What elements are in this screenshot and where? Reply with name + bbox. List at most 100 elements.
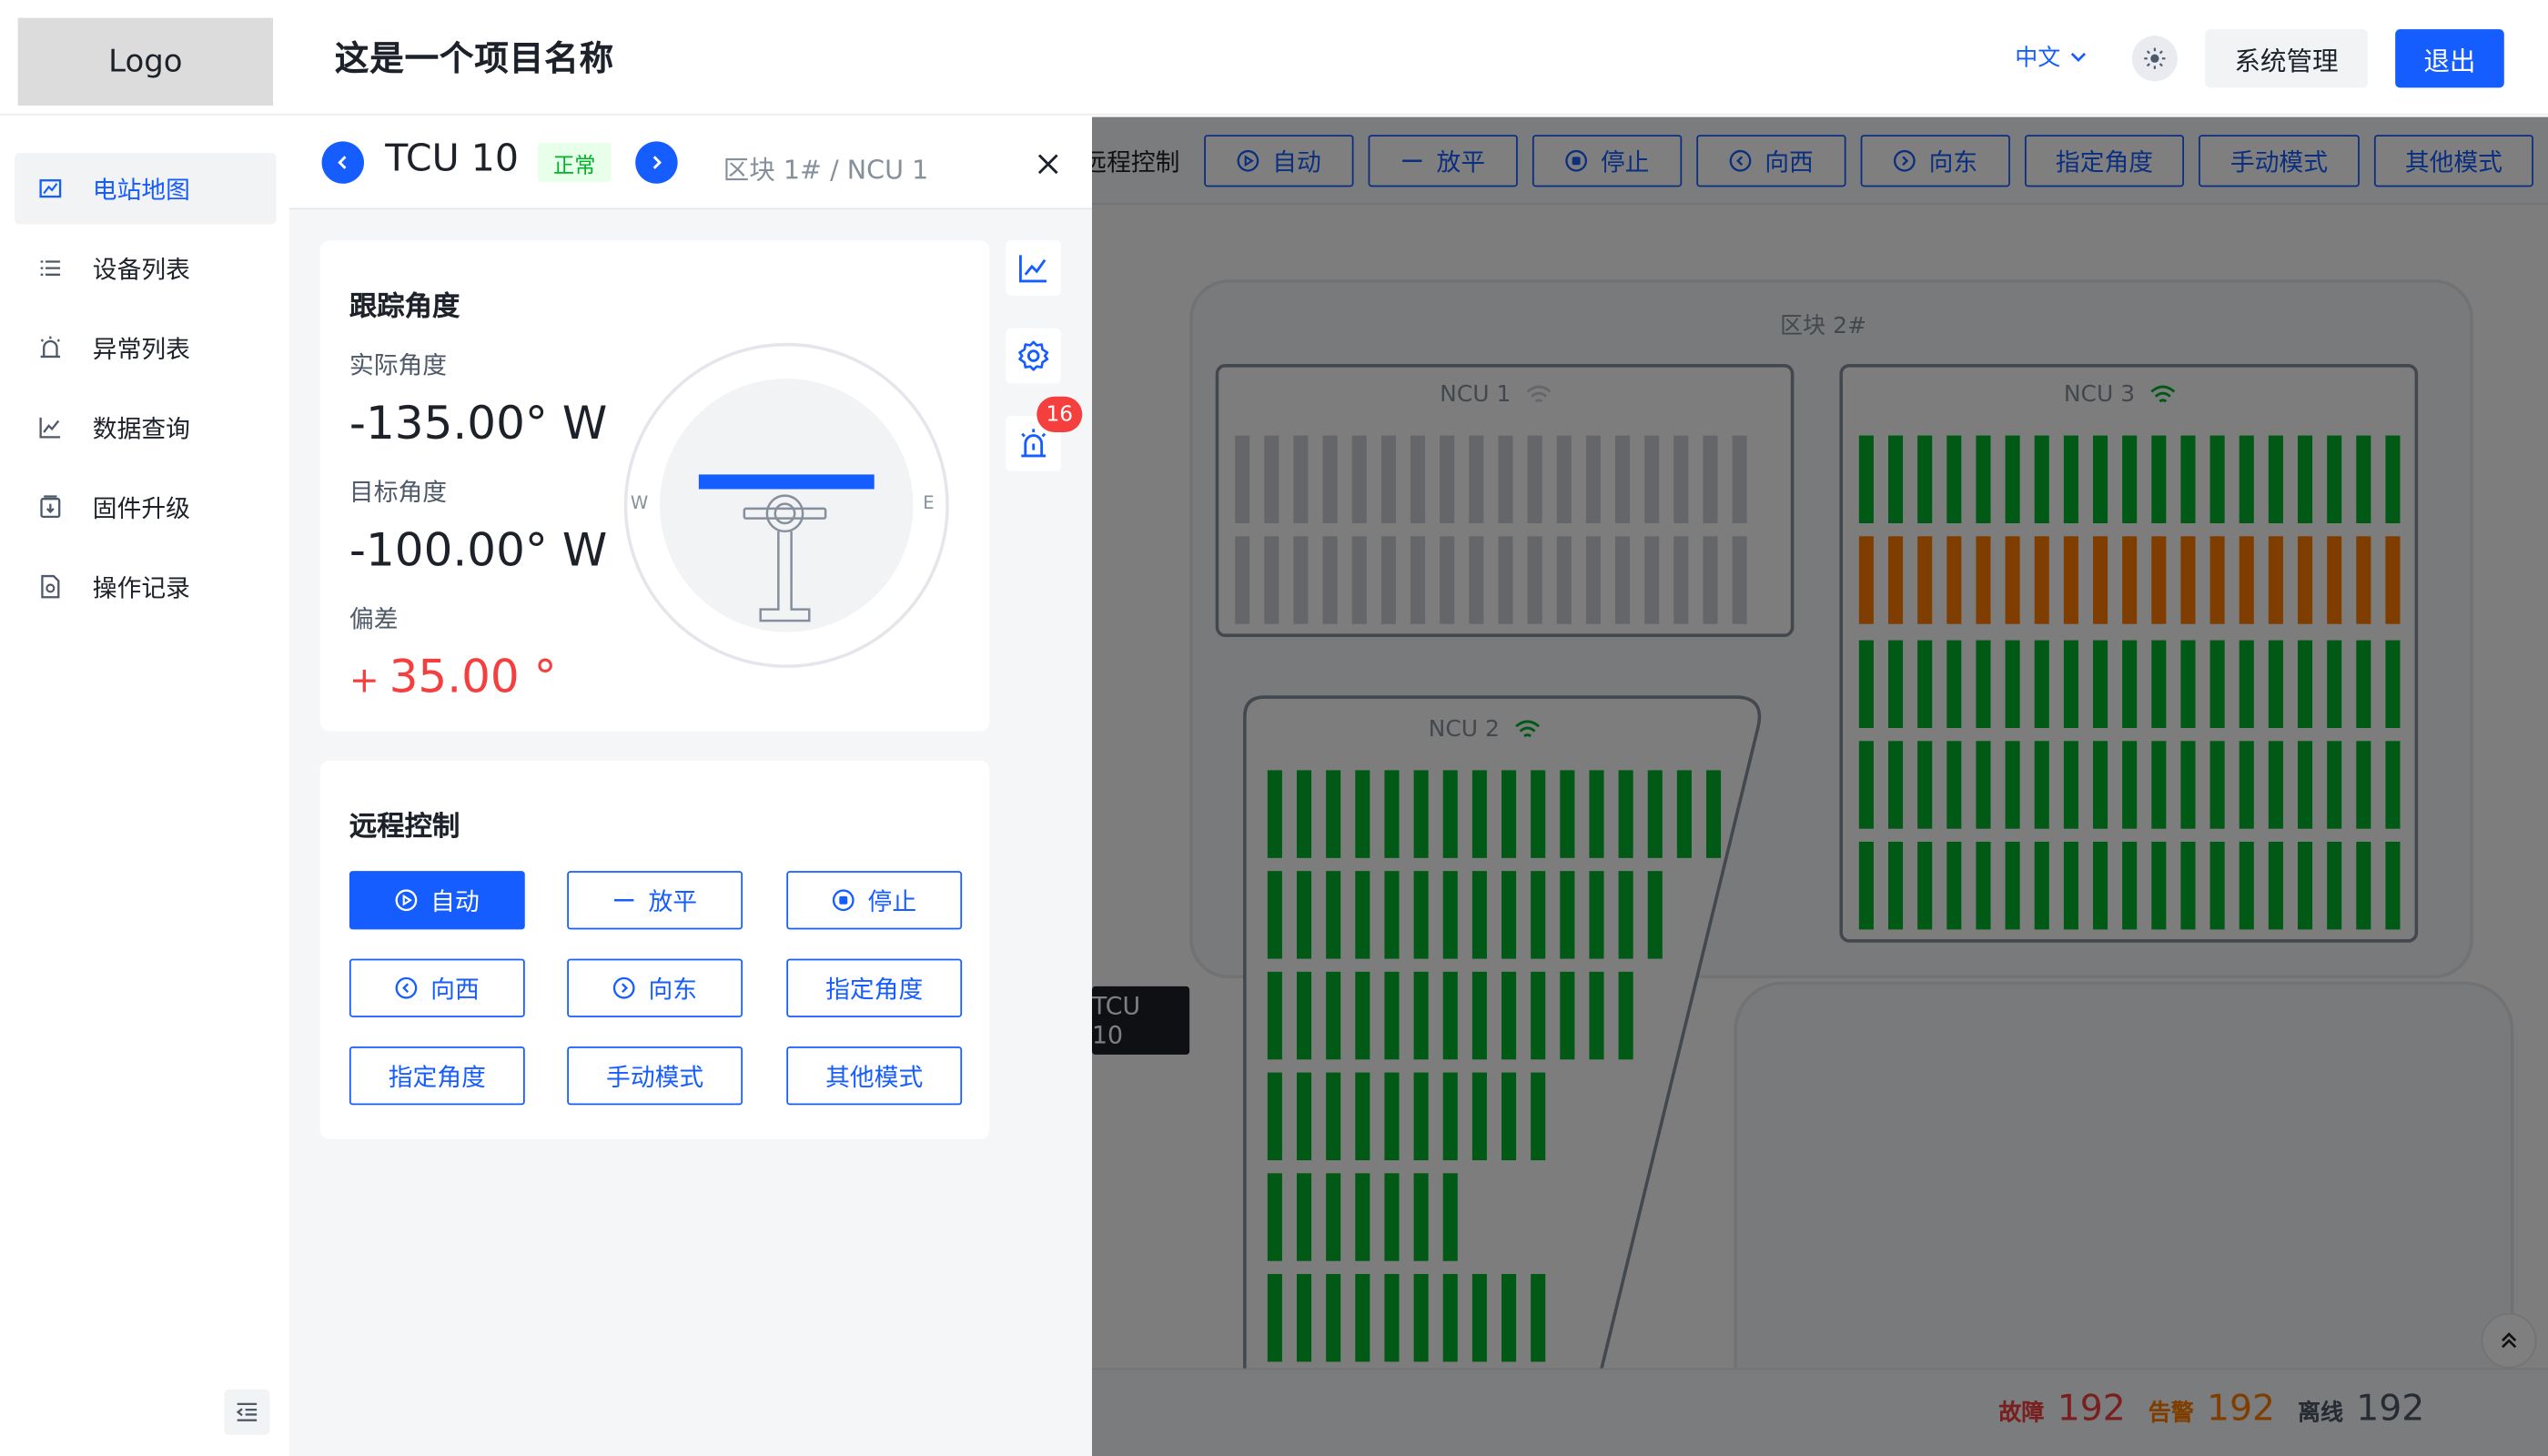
auto-button[interactable]: 自动 xyxy=(349,871,525,930)
tracker-bar[interactable] xyxy=(2209,536,2225,624)
tracker-bar[interactable] xyxy=(1267,1072,1282,1160)
tracker-bar[interactable] xyxy=(1413,770,1429,858)
tracker-bar[interactable] xyxy=(2005,640,2020,728)
tracker-bar[interactable] xyxy=(2268,841,2283,930)
tracker-bar[interactable] xyxy=(2122,841,2138,930)
tracker-bar[interactable] xyxy=(2268,741,2283,829)
tracker-bar[interactable] xyxy=(2151,640,2167,728)
tracker-bar[interactable] xyxy=(1380,536,1396,624)
tracker-bar[interactable] xyxy=(2092,741,2108,829)
east-button[interactable]: 向东 xyxy=(567,958,743,1017)
tracker-bar[interactable] xyxy=(2209,841,2225,930)
sidebar-item-firmware-upgrade[interactable]: 固件升级 xyxy=(15,471,276,543)
tracker-bar[interactable] xyxy=(1976,435,1991,523)
tracker-bar[interactable] xyxy=(1498,536,1513,624)
tracker-bar[interactable] xyxy=(1235,536,1250,624)
system-management-button[interactable]: 系统管理 xyxy=(2205,29,2368,88)
tracker-bar[interactable] xyxy=(1946,640,1962,728)
tracker-bar[interactable] xyxy=(1326,1072,1341,1160)
tracker-bar[interactable] xyxy=(1858,640,1874,728)
tracker-bar[interactable] xyxy=(2005,536,2020,624)
tracker-bar[interactable] xyxy=(2327,536,2342,624)
tracker-bar[interactable] xyxy=(1527,536,1542,624)
other-mode-button[interactable]: 其他模式 xyxy=(786,1046,963,1106)
tracker-bar[interactable] xyxy=(1917,841,1933,930)
tracker-bar[interactable] xyxy=(2268,536,2283,624)
tracker-bar[interactable] xyxy=(1384,971,1400,1060)
tracker-bar[interactable] xyxy=(2239,841,2254,930)
tracker-bar[interactable] xyxy=(1887,640,1904,728)
tracker-bar[interactable] xyxy=(1887,841,1904,930)
tracker-bar[interactable] xyxy=(1267,871,1282,959)
tracker-bar[interactable] xyxy=(1471,871,1487,959)
tracker-bar[interactable] xyxy=(1531,1072,1546,1160)
tracker-bar[interactable] xyxy=(1858,536,1874,624)
tracker-bar[interactable] xyxy=(1267,1273,1282,1362)
tracker-bar[interactable] xyxy=(1589,770,1604,858)
tracker-bar[interactable] xyxy=(1946,741,1962,829)
tracker-bar[interactable] xyxy=(2034,640,2049,728)
sidebar-item-station-map[interactable]: 电站地图 xyxy=(15,152,277,225)
tracker-bar[interactable] xyxy=(1355,971,1370,1060)
tracker-bar[interactable] xyxy=(1326,770,1341,858)
scroll-to-top-button[interactable] xyxy=(2481,1312,2537,1369)
tracker-bar[interactable] xyxy=(2239,536,2254,624)
stop-button[interactable]: 停止 xyxy=(786,871,963,930)
tracker-bar[interactable] xyxy=(2297,640,2313,728)
tracker-bar[interactable] xyxy=(1442,1173,1458,1261)
tracker-bar[interactable] xyxy=(2327,841,2342,930)
tracker-bar[interactable] xyxy=(1264,435,1279,523)
sidebar-item-device-list[interactable]: 设备列表 xyxy=(15,232,276,304)
tracker-bar[interactable] xyxy=(1384,871,1400,959)
tracker-bar[interactable] xyxy=(1614,435,1631,523)
station-map[interactable]: 远程控制 自动 放平 停止 向西 向东 指定角度 手动模式 其他模式 区块 2#… xyxy=(1091,116,2548,1456)
tracker-bar[interactable] xyxy=(1469,435,1484,523)
tracker-bar[interactable] xyxy=(1293,435,1309,523)
tracker-bar[interactable] xyxy=(1501,971,1517,1060)
tracker-bar[interactable] xyxy=(2151,536,2167,624)
tracker-bar[interactable] xyxy=(1267,770,1282,858)
next-tcu-button[interactable] xyxy=(635,141,678,184)
tracker-bar[interactable] xyxy=(1647,871,1663,959)
tracker-bar[interactable] xyxy=(1326,971,1341,1060)
tracker-bar[interactable] xyxy=(1384,1173,1400,1261)
tracker-bar[interactable] xyxy=(2297,536,2313,624)
map-set-angle-button[interactable]: 指定角度 xyxy=(2024,135,2184,187)
collapse-sidebar-button[interactable] xyxy=(224,1389,270,1435)
tracker-bar[interactable] xyxy=(2122,536,2138,624)
tracker-bar[interactable] xyxy=(1644,536,1660,624)
tracker-bar[interactable] xyxy=(2063,841,2078,930)
tracker-bar[interactable] xyxy=(1355,1173,1370,1261)
tracker-bar[interactable] xyxy=(1322,536,1338,624)
tracker-bar[interactable] xyxy=(1471,971,1487,1060)
tracker-bar[interactable] xyxy=(2005,435,2020,523)
tracker-bar[interactable] xyxy=(1946,435,1962,523)
tracker-bar[interactable] xyxy=(1560,770,1575,858)
tracker-bar[interactable] xyxy=(1501,1273,1517,1362)
close-drawer-button[interactable] xyxy=(1030,147,1066,182)
map-east-button[interactable]: 向东 xyxy=(1860,135,2010,187)
tracker-bar[interactable] xyxy=(1531,1273,1546,1362)
set-angle-button-2[interactable]: 指定角度 xyxy=(349,1046,525,1106)
tracker-bar[interactable] xyxy=(1976,536,1991,624)
west-button[interactable]: 向西 xyxy=(349,958,525,1017)
tracker-bar[interactable] xyxy=(1296,770,1312,858)
tracker-bar[interactable] xyxy=(1296,1173,1312,1261)
tracker-bar[interactable] xyxy=(1501,871,1517,959)
tracker-bar[interactable] xyxy=(1355,1072,1370,1160)
tracker-bar[interactable] xyxy=(1560,971,1575,1060)
tracker-bar[interactable] xyxy=(2297,435,2313,523)
tracker-bar[interactable] xyxy=(1410,536,1426,624)
tracker-bar[interactable] xyxy=(2005,841,2020,930)
tracker-bar[interactable] xyxy=(2297,741,2313,829)
tracker-bar[interactable] xyxy=(1531,971,1546,1060)
settings-button[interactable] xyxy=(1006,328,1062,384)
tracker-bar[interactable] xyxy=(1498,435,1513,523)
tracker-bar[interactable] xyxy=(1471,770,1487,858)
tracker-bar[interactable] xyxy=(1614,536,1631,624)
tracker-bar[interactable] xyxy=(2034,741,2049,829)
tracker-bar[interactable] xyxy=(2356,640,2371,728)
flat-button[interactable]: 放平 xyxy=(567,871,743,930)
tracker-bar[interactable] xyxy=(2209,741,2225,829)
tracker-bar[interactable] xyxy=(2151,741,2167,829)
